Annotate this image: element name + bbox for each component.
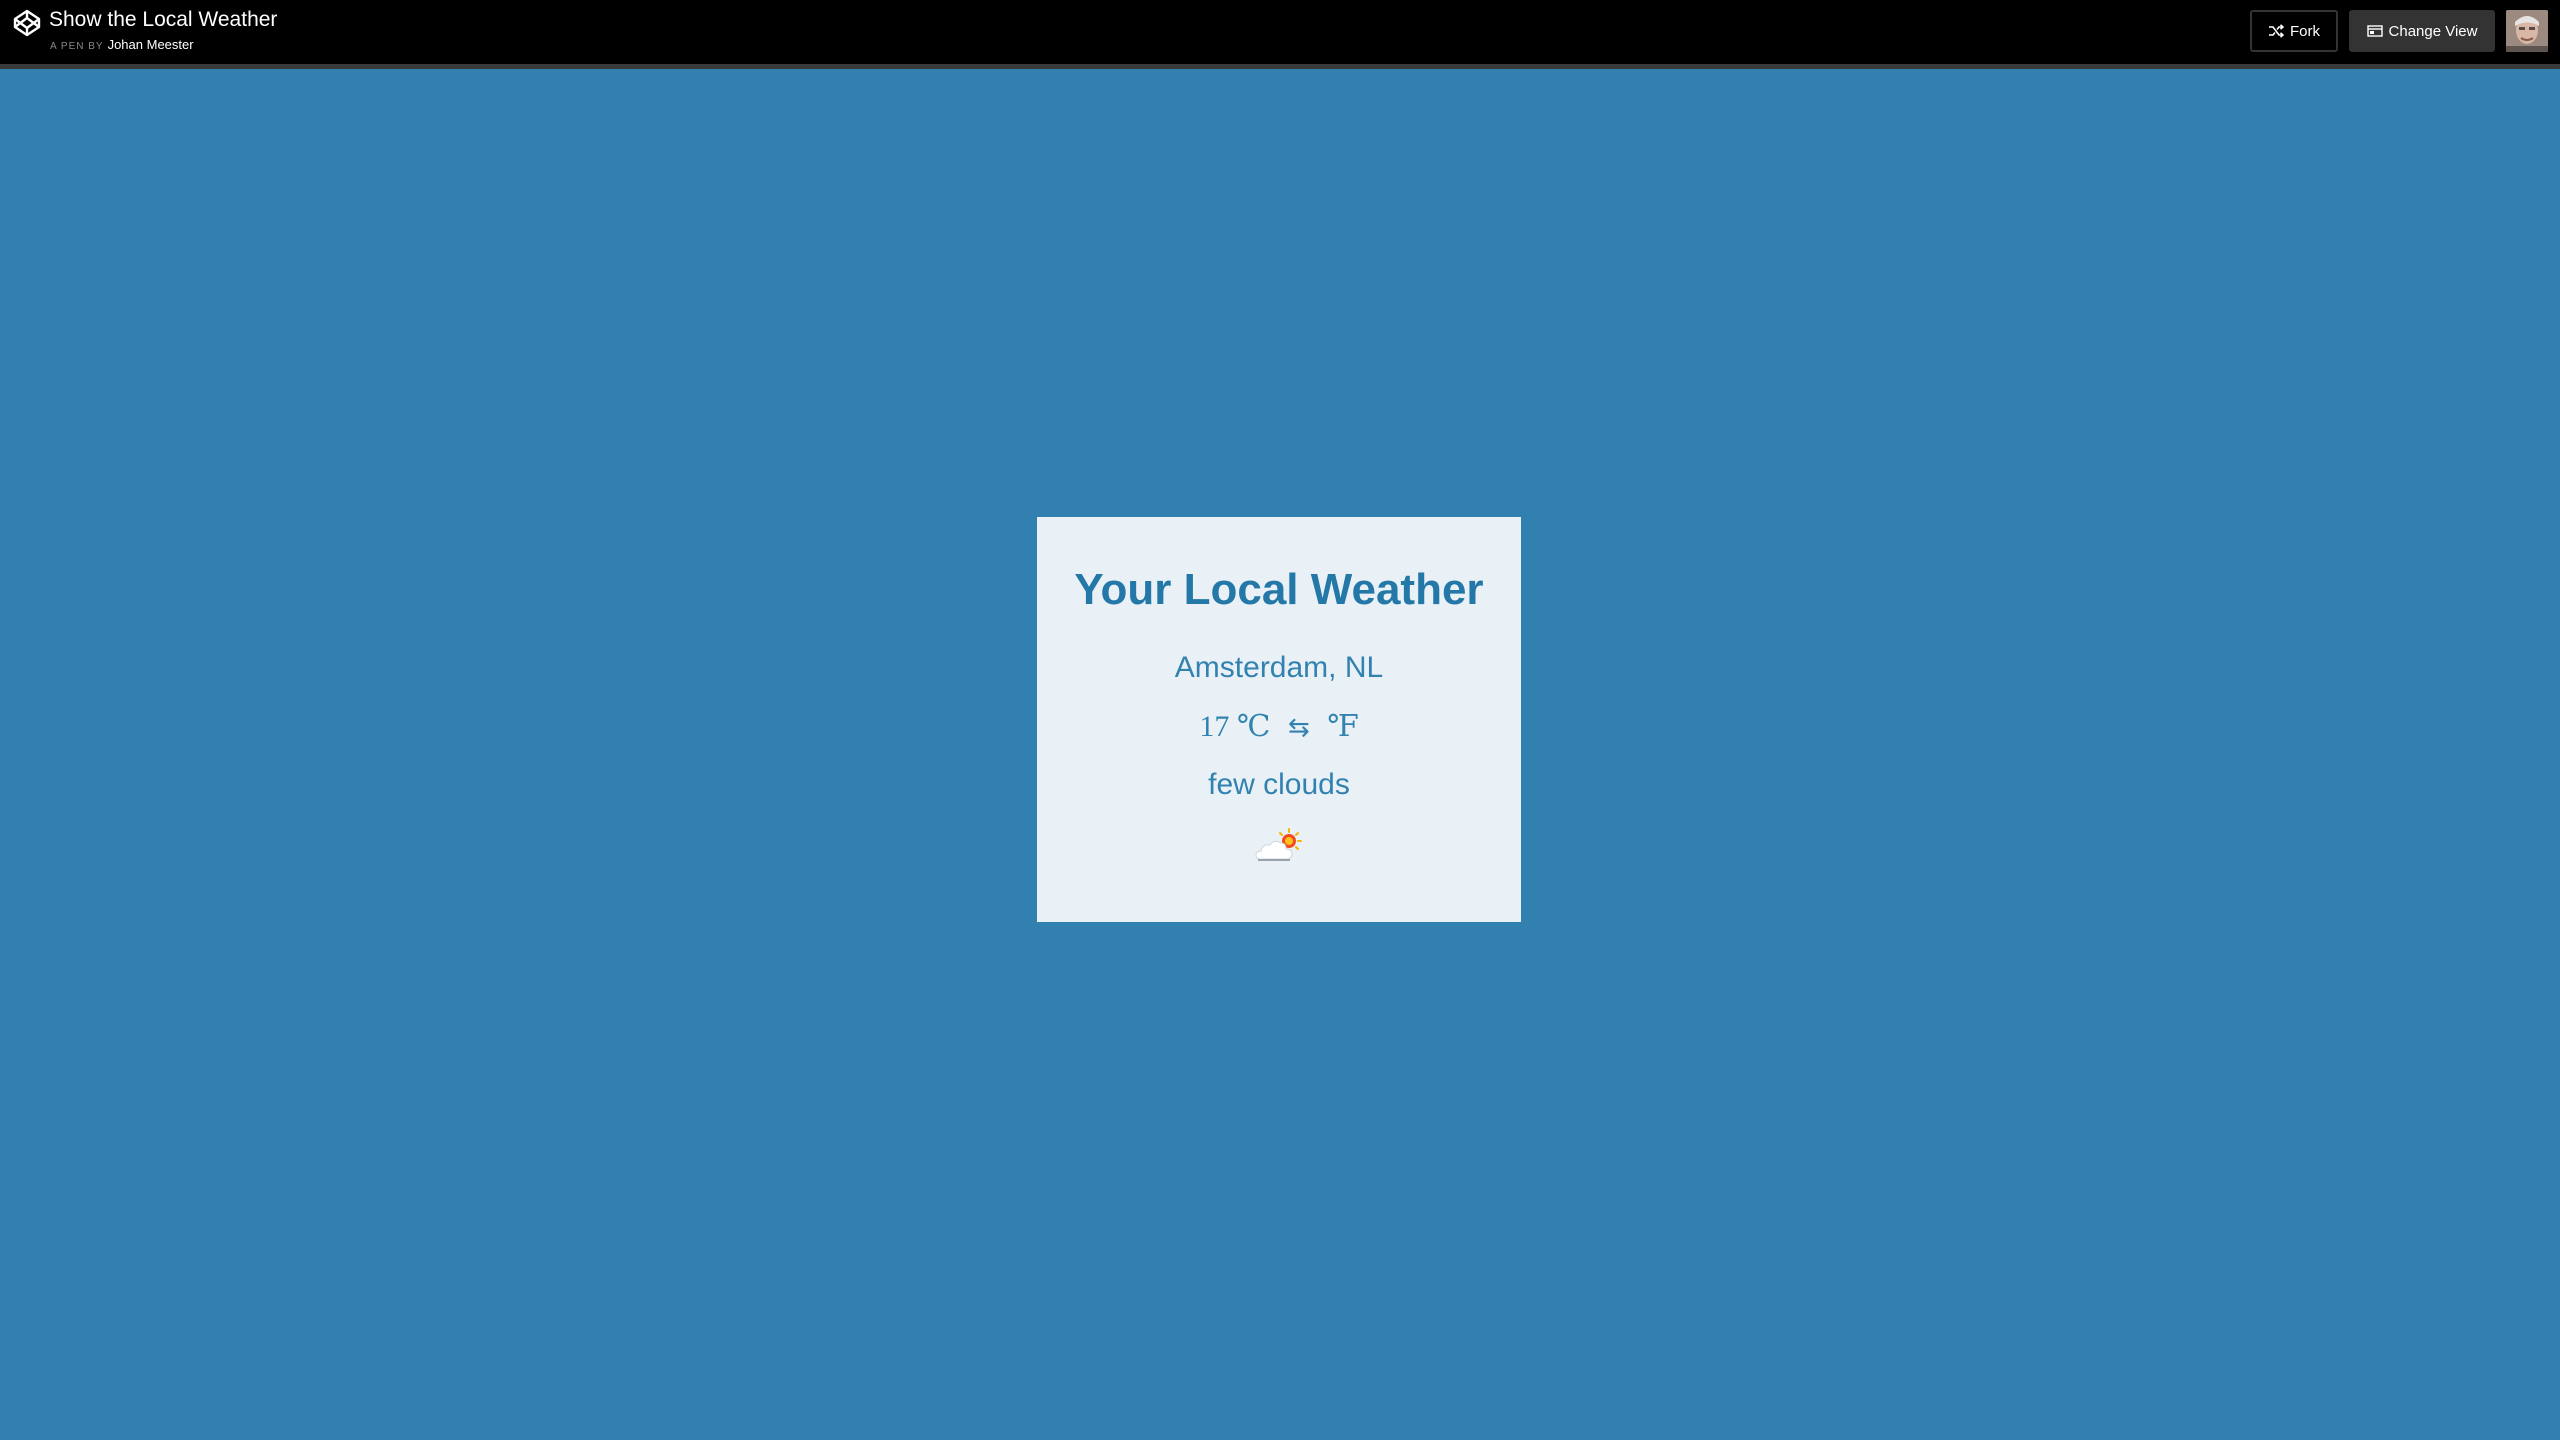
avatar-image	[2506, 10, 2548, 52]
weather-card: Your Local Weather Amsterdam, NL 17 ℃ ⇆ …	[1037, 517, 1521, 922]
location-text: Amsterdam, NL	[1174, 651, 1384, 684]
temperature-row: 17 ℃ ⇆ ℉	[1037, 709, 1521, 746]
layout-icon	[2366, 25, 2383, 37]
pen-title: Show the Local Weather	[49, 8, 278, 31]
fork-button[interactable]: Fork	[2250, 10, 2338, 52]
change-view-button[interactable]: Change View	[2349, 10, 2495, 52]
few-clouds-icon	[1255, 828, 1302, 861]
codepen-header: Show the Local Weather A PEN BY Johan Mee…	[0, 0, 2560, 69]
byline-prefix: A PEN BY	[50, 41, 104, 52]
author-link[interactable]: Johan Meester	[108, 37, 194, 52]
codepen-logo-icon[interactable]	[12, 8, 42, 38]
weather-description: few clouds	[1208, 768, 1350, 801]
fork-icon	[2269, 24, 2284, 38]
unit-toggle-icon[interactable]: ⇆	[1288, 710, 1310, 746]
user-avatar[interactable]	[2506, 10, 2548, 52]
temperature-value: 17	[1199, 710, 1230, 743]
unit-celsius[interactable]: ℃	[1237, 709, 1271, 745]
pen-byline: A PEN BY Johan Meester	[50, 37, 194, 55]
change-view-label: Change View	[2388, 22, 2478, 40]
unit-fahrenheit[interactable]: ℉	[1327, 709, 1358, 745]
weather-heading: Your Local Weather	[1074, 565, 1484, 614]
fork-label: Fork	[2290, 22, 2320, 40]
